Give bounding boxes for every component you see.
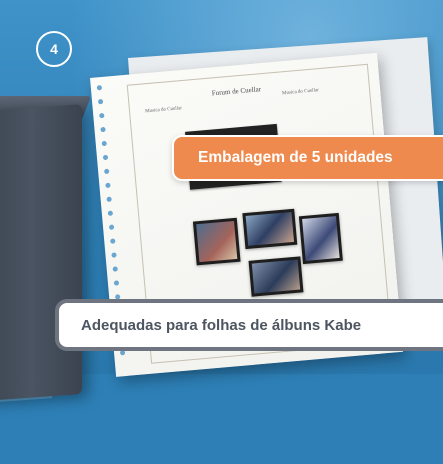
- step-number-badge: 4: [36, 31, 72, 67]
- package-callout: Embalagem de 5 unidades: [172, 135, 443, 181]
- stamp-mount: [242, 208, 298, 250]
- binder-spine: [0, 104, 82, 463]
- stamp-mount: [248, 256, 304, 297]
- compatibility-callout: Adequadas para folhas de álbuns Kabe: [55, 299, 443, 351]
- stamp-mount: [298, 212, 343, 265]
- stamp-mount: [192, 217, 241, 266]
- binder-detail: [0, 396, 52, 463]
